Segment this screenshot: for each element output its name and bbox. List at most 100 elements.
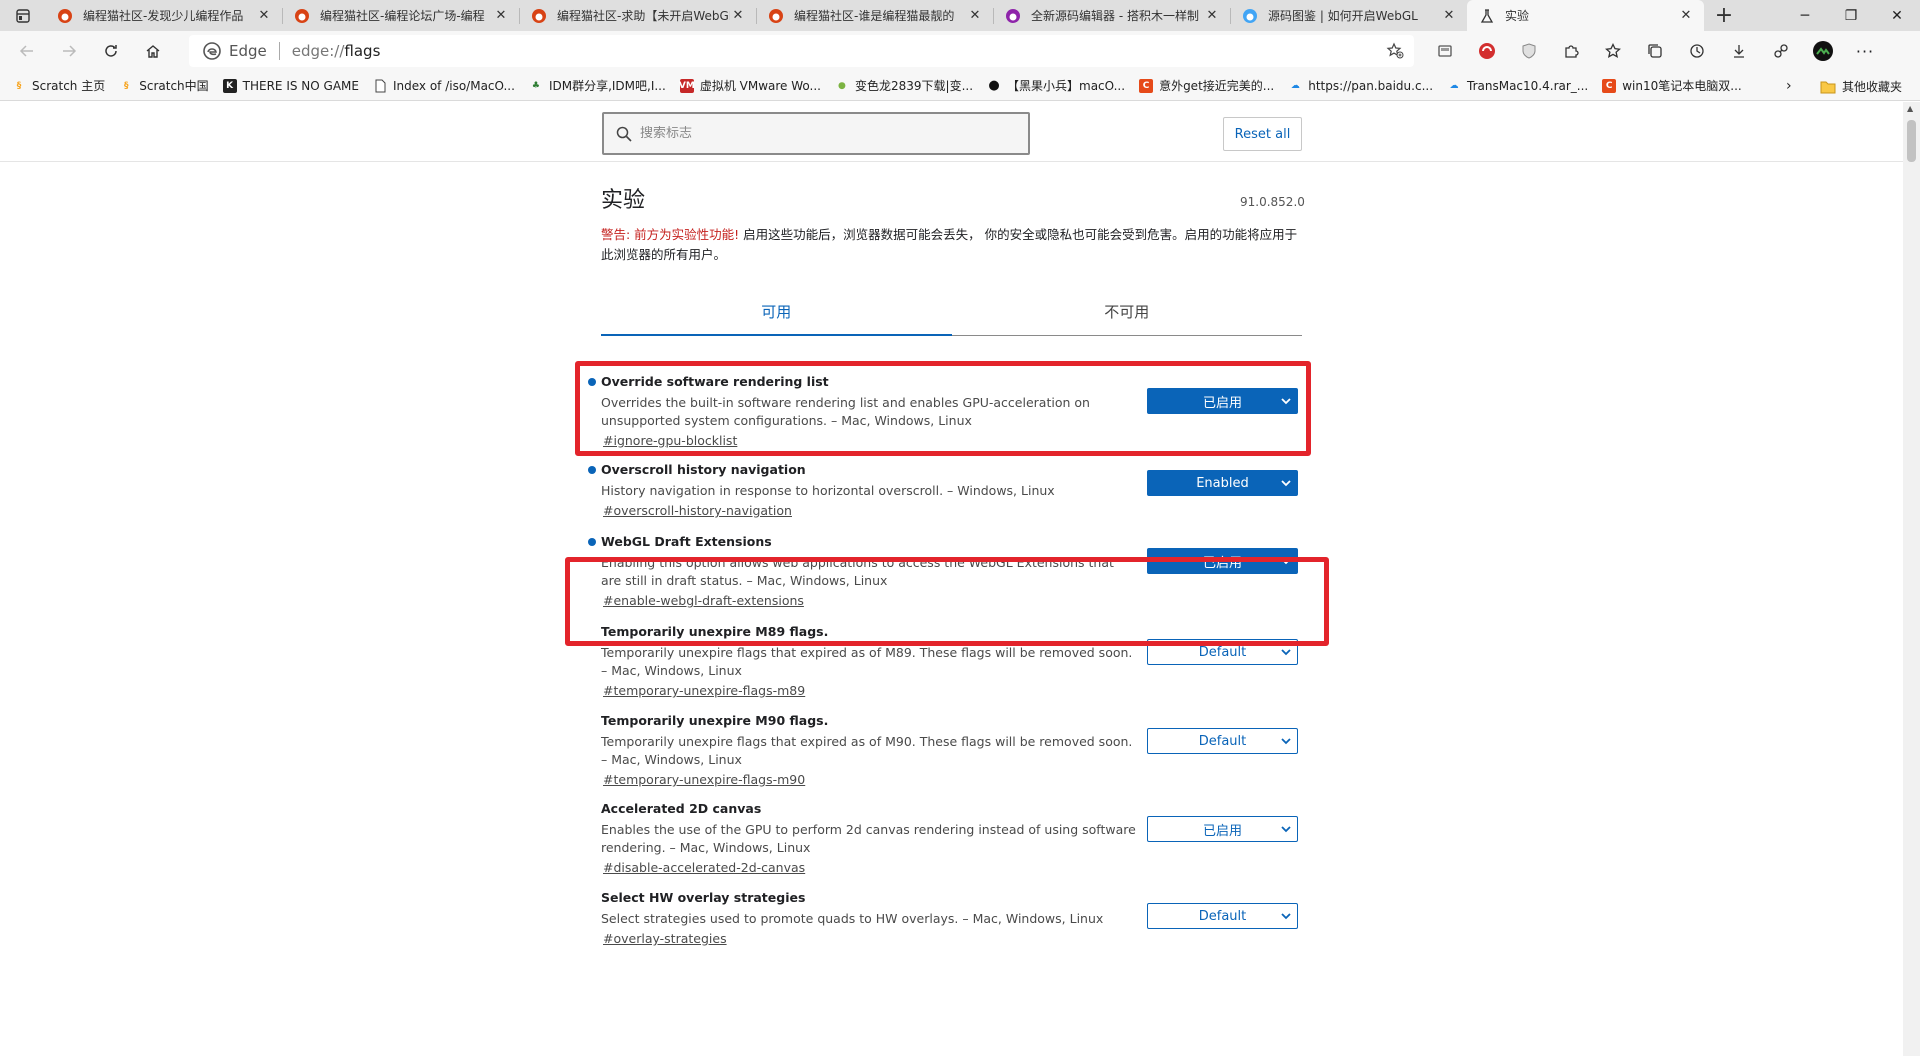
scrollbar-thumb[interactable] — [1907, 120, 1916, 162]
refresh-button[interactable] — [90, 35, 132, 67]
back-button[interactable] — [6, 35, 48, 67]
bookmark-item[interactable]: Cwin10笔记本电脑双... — [1602, 77, 1742, 94]
extension-shield-button[interactable] — [1508, 35, 1550, 67]
bookmark-item[interactable]: VM 虚拟机 VMware Wo... — [679, 77, 821, 94]
flag-state-select[interactable]: Default — [1147, 728, 1298, 754]
extensions-button[interactable] — [1550, 35, 1592, 67]
flag-permalink[interactable]: #temporary-unexpire-flags-m90 — [603, 772, 805, 787]
flag-state-select[interactable]: 已启用 — [1147, 388, 1298, 414]
bookmark-label: Scratch中国 — [139, 79, 209, 93]
flag-state-select[interactable]: Default — [1147, 903, 1298, 929]
close-tab-icon[interactable]: ✕ — [1678, 8, 1694, 24]
tab-favicon-icon — [532, 8, 546, 23]
performance-button[interactable] — [1760, 35, 1802, 67]
scroll-up-arrow-icon[interactable]: ▲ — [1907, 104, 1913, 113]
page-scrollbar[interactable]: ▲ — [1903, 102, 1920, 1056]
flag-permalink[interactable]: #disable-accelerated-2d-canvas — [603, 860, 805, 875]
tab-actions-icon — [15, 8, 30, 23]
downloads-button[interactable] — [1718, 35, 1760, 67]
flag-permalink[interactable]: #ignore-gpu-blocklist — [603, 433, 737, 448]
bookmark-label: 【黑果小兵】macO... — [1007, 79, 1126, 93]
page-title: 实验 — [601, 188, 646, 213]
settings-menu-button[interactable]: ··· — [1844, 35, 1886, 67]
bookmark-item[interactable]: ☁ TransMac10.4.rar_... — [1447, 77, 1589, 94]
bookmark-item[interactable]: ♣ IDM群分享,IDM吧,I... — [529, 77, 666, 94]
chevron-down-icon — [1281, 913, 1291, 920]
address-brand: Edge — [229, 42, 267, 60]
flag-state-value: Default — [1198, 733, 1247, 749]
flags-tabs: 可用 不可用 — [601, 296, 1302, 336]
address-scheme: edge:// — [291, 42, 345, 60]
flag-state-value: 已启用 — [1202, 395, 1242, 411]
browser-tab[interactable]: 编程猫社区-求助【未开启WebGL ✕ — [519, 0, 756, 31]
tab-unavailable[interactable]: 不可用 — [952, 296, 1303, 335]
back-arrow-icon — [19, 45, 33, 57]
browser-tab[interactable]: 实验 ✕ — [1467, 0, 1704, 31]
flag-permalink[interactable]: #overscroll-history-navigation — [603, 503, 792, 518]
chevron-down-icon — [1281, 649, 1291, 656]
home-button[interactable] — [132, 35, 174, 67]
close-tab-icon[interactable]: ✕ — [1204, 8, 1220, 24]
flag-state-select[interactable]: Default — [1147, 639, 1298, 665]
close-tab-icon[interactable]: ✕ — [730, 8, 746, 24]
add-favorite-star-icon[interactable] — [1386, 42, 1404, 60]
extension-red-button[interactable] — [1466, 35, 1508, 67]
flag-name: WebGL Draft Extensions — [601, 534, 772, 549]
close-tab-icon[interactable]: ✕ — [493, 8, 509, 24]
flag-state-select[interactable]: 已启用 — [1147, 548, 1298, 574]
flag-permalink[interactable]: #enable-webgl-draft-extensions — [603, 593, 804, 608]
flag-state-value: 已启用 — [1202, 555, 1242, 571]
bookmark-item[interactable]: ● 【黑果小兵】macO... — [987, 77, 1125, 94]
puzzle-icon — [1565, 45, 1579, 58]
bookmarks-bar: § Scratch 主页 § Scratch中国 K THERE IS NO GAME In… — [0, 71, 1920, 101]
flag-state-value: Default — [1198, 644, 1247, 660]
flag-permalink[interactable]: #temporary-unexpire-flags-m89 — [603, 683, 805, 698]
browser-tab[interactable]: 编程猫社区-编程论坛广场-编程 ✕ — [282, 0, 519, 31]
version-label: 91.0.852.0 — [1240, 195, 1305, 209]
tab-actions-button[interactable] — [0, 0, 45, 31]
bookmarks-overflow-chevron-icon[interactable]: › — [1786, 78, 1792, 94]
flags-search-box[interactable] — [602, 112, 1030, 155]
browser-tab[interactable]: 编程猫社区-发现少儿编程作品 ✕ — [45, 0, 282, 31]
bookmark-item[interactable]: ● 变色龙2839下载|变... — [835, 77, 973, 94]
tab-favicon-icon — [1006, 8, 1020, 23]
browser-tab-title: 编程猫社区-谁是编程猫最靓的 — [794, 9, 955, 23]
browser-tab[interactable]: 编程猫社区-谁是编程猫最靓的 ✕ — [756, 0, 993, 31]
profile-button[interactable] — [1802, 35, 1844, 67]
close-tab-icon[interactable]: ✕ — [1441, 8, 1457, 24]
flag-state-select[interactable]: Enabled — [1147, 470, 1298, 496]
close-window-button[interactable]: ✕ — [1874, 0, 1920, 31]
browser-tab[interactable]: 源码图鉴 | 如何开启WebGL ✕ — [1230, 0, 1467, 31]
bookmark-item[interactable]: C 意外get接近完美的... — [1139, 77, 1274, 94]
favorites-button[interactable] — [1592, 35, 1634, 67]
minimize-button[interactable]: ─ — [1782, 0, 1828, 31]
reset-all-button[interactable]: Reset all — [1223, 117, 1302, 151]
maximize-button[interactable]: ❐ — [1828, 0, 1874, 31]
immersive-reader-button[interactable] — [1424, 35, 1466, 67]
browser-tab[interactable]: 全新源码编辑器 - 搭积木一样制 ✕ — [993, 0, 1230, 31]
flag-state-select[interactable]: 已启用 — [1147, 816, 1298, 842]
forward-button[interactable] — [48, 35, 90, 67]
modified-indicator-dot — [588, 466, 596, 474]
bookmark-item[interactable]: § Scratch中国 — [119, 77, 209, 94]
flags-search-input[interactable] — [640, 126, 1020, 141]
download-icon — [1734, 45, 1744, 58]
bookmark-item[interactable]: § Scratch 主页 — [12, 77, 105, 94]
tab-available[interactable]: 可用 — [601, 296, 952, 336]
close-tab-icon[interactable]: ✕ — [256, 8, 272, 24]
flag-item: WebGL Draft Extensions Enabling this opti… — [588, 534, 1301, 609]
new-tab-button[interactable]: + — [1704, 0, 1744, 31]
bookmark-item[interactable]: ☁ https://pan.baidu.c... — [1288, 77, 1433, 94]
flag-permalink[interactable]: #overlay-strategies — [603, 931, 727, 946]
history-button[interactable] — [1676, 35, 1718, 67]
address-bar[interactable]: Edge edge://flags — [189, 35, 1414, 67]
bookmark-item[interactable]: K THERE IS NO GAME — [222, 77, 359, 94]
shield-icon — [1522, 43, 1536, 59]
flag-state-value: Default — [1198, 908, 1247, 924]
flag-name: Accelerated 2D canvas — [601, 801, 762, 816]
bookmark-item[interactable]: Index of /iso/MacO... — [373, 77, 515, 94]
other-favorites-folder[interactable]: 其他收藏夹 — [1820, 78, 1902, 95]
collections-button[interactable] — [1634, 35, 1676, 67]
close-tab-icon[interactable]: ✕ — [967, 8, 983, 24]
history-icon — [1690, 44, 1704, 58]
